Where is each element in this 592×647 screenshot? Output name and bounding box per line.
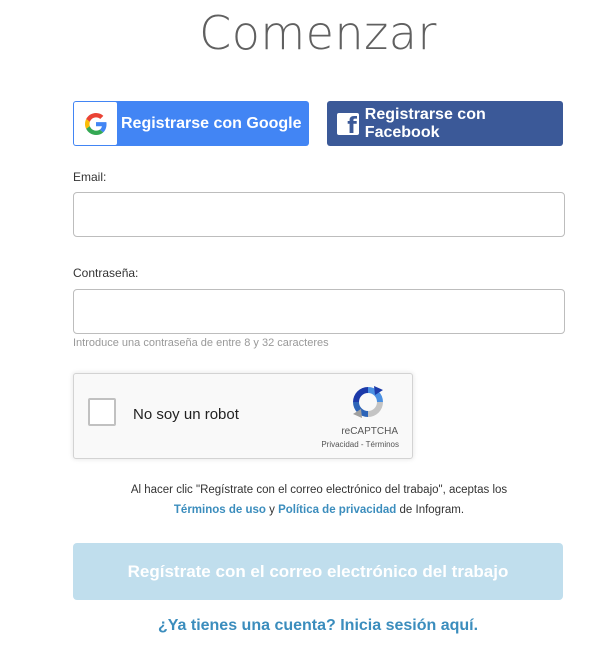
terms-of-use-link[interactable]: Términos de uso [174, 504, 266, 516]
privacy-policy-link[interactable]: Política de privacidad [278, 504, 396, 516]
password-label: Contraseña: [73, 266, 139, 280]
email-field[interactable] [73, 192, 565, 237]
recaptcha-widget: No soy un robot reCAPTCHA Privacidad - T… [73, 373, 413, 459]
recaptcha-privacy-link[interactable]: Privacidad [321, 440, 358, 449]
google-signup-button[interactable]: Registrarse con Google [73, 101, 309, 146]
terms-text-line2: Términos de uso y Política de privacidad… [73, 504, 565, 516]
terms-text-line1: Al hacer clic "Regístrate con el correo … [130, 484, 508, 496]
recaptcha-brand: reCAPTCHA [341, 426, 398, 437]
page-title: Comenzar [199, 6, 437, 60]
recaptcha-terms-link[interactable]: Términos [366, 440, 399, 449]
recaptcha-legal-links: Privacidad - Términos [321, 440, 399, 449]
login-link[interactable]: ¿Ya tienes una cuenta? Inicia sesión aqu… [73, 617, 563, 635]
recaptcha-logo-icon [350, 384, 386, 420]
terms-and-text: y [265, 504, 279, 516]
recaptcha-separator: - [358, 440, 366, 449]
terms-suffix-text: de Infogram. [396, 504, 465, 516]
recaptcha-checkbox[interactable] [88, 398, 116, 426]
email-label: Email: [73, 170, 107, 184]
work-email-signup-button[interactable]: Regístrate con el correo electrónico del… [73, 543, 563, 600]
password-field[interactable] [73, 289, 565, 334]
facebook-logo-icon: f [337, 112, 359, 135]
work-email-signup-label: Regístrate con el correo electrónico del… [127, 561, 509, 581]
facebook-signup-label: Registrarse con Facebook [364, 105, 486, 141]
recaptcha-label: No soy un robot [133, 406, 239, 423]
facebook-signup-button[interactable]: f Registrarse con Facebook [327, 101, 563, 146]
password-hint: Introduce una contraseña de entre 8 y 32… [73, 337, 329, 349]
google-signup-label: Registrarse con Google [121, 114, 302, 132]
google-logo-icon [74, 102, 117, 145]
